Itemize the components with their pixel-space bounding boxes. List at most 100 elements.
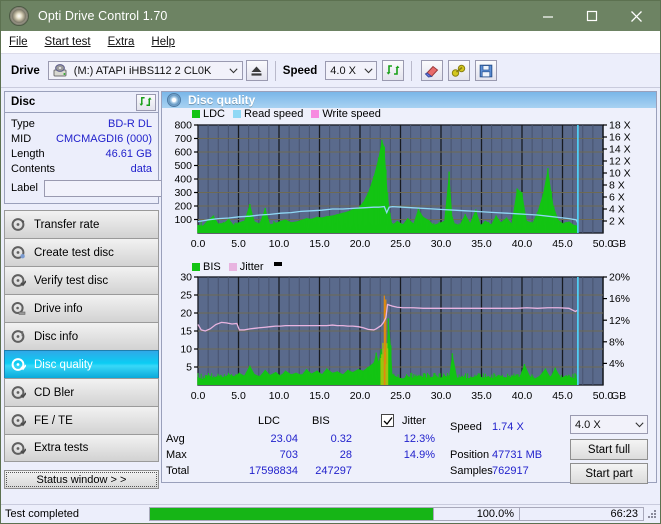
- svg-text:25.0: 25.0: [390, 238, 411, 250]
- stats-samples-label: Samples: [450, 465, 493, 477]
- progress-fill: [150, 508, 433, 520]
- svg-text:4%: 4%: [609, 358, 624, 370]
- sidebar-item-disc-info[interactable]: Disc info: [4, 322, 159, 350]
- disc-panel: Disc Type BD-R DL MID CMCMAGDI6 (000) Le…: [4, 91, 159, 204]
- main-body: Disc Type BD-R DL MID CMCMAGDI6 (000) Le…: [1, 88, 660, 483]
- status-window-button-label: Status window > >: [37, 474, 127, 486]
- svg-text:GB: GB: [611, 238, 626, 250]
- sidebar-item-disc-quality[interactable]: Disc quality: [4, 350, 159, 378]
- menu-extra-label: Extra: [108, 36, 135, 48]
- app-window: Opti Drive Control 1.70 File Start test …: [0, 0, 661, 524]
- progress-percent: 100.0%: [434, 507, 520, 521]
- stats-panel: LDC BIS Jitter Avg 23.04 0.32 12.3% Max …: [162, 413, 656, 482]
- disc-verify-icon: [11, 273, 26, 288]
- disc-quality-icon: [167, 93, 181, 107]
- disc-length-label: Length: [11, 148, 45, 160]
- svg-text:5.0: 5.0: [231, 238, 246, 250]
- sidebar-item-cd-bler[interactable]: CD Bler: [4, 378, 159, 406]
- svg-text:25.0: 25.0: [390, 390, 411, 402]
- svg-text:10: 10: [180, 344, 192, 356]
- maximize-icon[interactable]: [570, 1, 614, 31]
- disc-test-icon: [11, 217, 26, 232]
- sidebar-item-label: Disc quality: [34, 359, 93, 371]
- content-area: Disc quality LDC Read speed Write speed: [161, 88, 660, 483]
- start-part-button[interactable]: Start part: [570, 463, 648, 484]
- svg-text:45.0: 45.0: [552, 238, 573, 250]
- nav-list: Transfer rate Create test disc Verify te…: [4, 210, 159, 462]
- stats-row-label-max: Max: [166, 449, 187, 461]
- sidebar-item-extra-tests[interactable]: Extra tests: [4, 434, 159, 462]
- sidebar-item-drive-info[interactable]: Drive info: [4, 294, 159, 322]
- svg-text:0.0: 0.0: [191, 390, 206, 402]
- panel-header: Disc quality: [162, 92, 656, 108]
- svg-text:2 X: 2 X: [609, 215, 625, 227]
- svg-text:8%: 8%: [609, 337, 624, 349]
- svg-text:8 X: 8 X: [609, 179, 625, 191]
- save-button[interactable]: [475, 60, 497, 81]
- start-full-label: Start full: [588, 444, 630, 456]
- tools-button[interactable]: [448, 60, 470, 81]
- svg-text:30.0: 30.0: [431, 238, 452, 250]
- menu-start-test[interactable]: Start test: [45, 36, 91, 48]
- title-bar: Opti Drive Control 1.70: [1, 1, 660, 31]
- legend-swatch: [192, 110, 200, 118]
- stats-samples-value: 762917: [492, 465, 572, 477]
- window-controls: [526, 1, 658, 31]
- disc-info-icon: [11, 329, 26, 344]
- close-icon[interactable]: [614, 1, 658, 31]
- eject-icon: [250, 65, 263, 77]
- stats-position-label: Position: [450, 449, 489, 461]
- svg-text:5.0: 5.0: [231, 390, 246, 402]
- menu-help[interactable]: Help: [151, 36, 175, 48]
- sidebar-item-create-test-disc[interactable]: Create test disc: [4, 238, 159, 266]
- disc-refresh-button[interactable]: [136, 94, 156, 111]
- status-window-button[interactable]: Status window > >: [4, 470, 159, 489]
- legend-item-marker: [274, 262, 285, 266]
- stats-row-label-total: Total: [166, 465, 189, 477]
- sidebar-item-label: Extra tests: [34, 442, 88, 454]
- start-full-button[interactable]: Start full: [570, 439, 648, 460]
- legend-swatch: [311, 110, 319, 118]
- sidebar-item-fe-te[interactable]: FE / TE: [4, 406, 159, 434]
- menu-file[interactable]: File: [9, 36, 28, 48]
- window-title: Opti Drive Control 1.70: [38, 9, 167, 23]
- minimize-icon[interactable]: [526, 1, 570, 31]
- disc-icon: [9, 6, 29, 26]
- sidebar-item-label: Transfer rate: [34, 219, 99, 231]
- speed-select[interactable]: 4.0 X: [325, 61, 377, 80]
- floppy-save-icon: [479, 64, 493, 78]
- menu-help-label: Help: [151, 36, 175, 48]
- svg-text:10 X: 10 X: [609, 167, 631, 179]
- jitter-checkbox[interactable]: [381, 414, 394, 427]
- svg-text:200: 200: [174, 200, 192, 212]
- svg-text:10.0: 10.0: [269, 390, 290, 402]
- refresh-button[interactable]: [382, 60, 404, 81]
- svg-text:10.0: 10.0: [269, 238, 290, 250]
- legend-swatch: [229, 263, 237, 271]
- stats-max-bis: 28: [280, 449, 352, 461]
- elapsed-time: 66:23: [520, 507, 644, 521]
- eraser-icon: [424, 64, 440, 78]
- resize-grip-icon[interactable]: [646, 508, 658, 520]
- erase-button[interactable]: [421, 60, 443, 81]
- stats-speed-label: Speed: [450, 421, 482, 433]
- test-speed-select[interactable]: 4.0 X: [570, 415, 648, 434]
- disc-mid-label: MID: [11, 133, 31, 145]
- svg-text:15.0: 15.0: [309, 238, 330, 250]
- drive-select[interactable]: (M:) ATAPI iHBS112 2 CL0K: [48, 61, 243, 80]
- sidebar-item-transfer-rate[interactable]: Transfer rate: [4, 210, 159, 238]
- disc-row-length: Length 46.61 GB: [11, 146, 152, 161]
- sidebar-item-verify-test-disc[interactable]: Verify test disc: [4, 266, 159, 294]
- disc-label-row: Label: [11, 177, 152, 199]
- menu-file-label: File: [9, 36, 28, 48]
- eject-button[interactable]: [246, 60, 268, 81]
- menu-extra[interactable]: Extra: [108, 36, 135, 48]
- disc-panel-title: Disc: [11, 96, 35, 108]
- toolbar-divider: [275, 61, 276, 81]
- svg-text:GB: GB: [611, 390, 626, 402]
- svg-text:40.0: 40.0: [512, 390, 533, 402]
- disc-quality-icon: [11, 357, 26, 372]
- refresh-icon: [139, 95, 153, 109]
- legend-label: BIS: [203, 261, 221, 273]
- svg-text:20: 20: [180, 308, 192, 320]
